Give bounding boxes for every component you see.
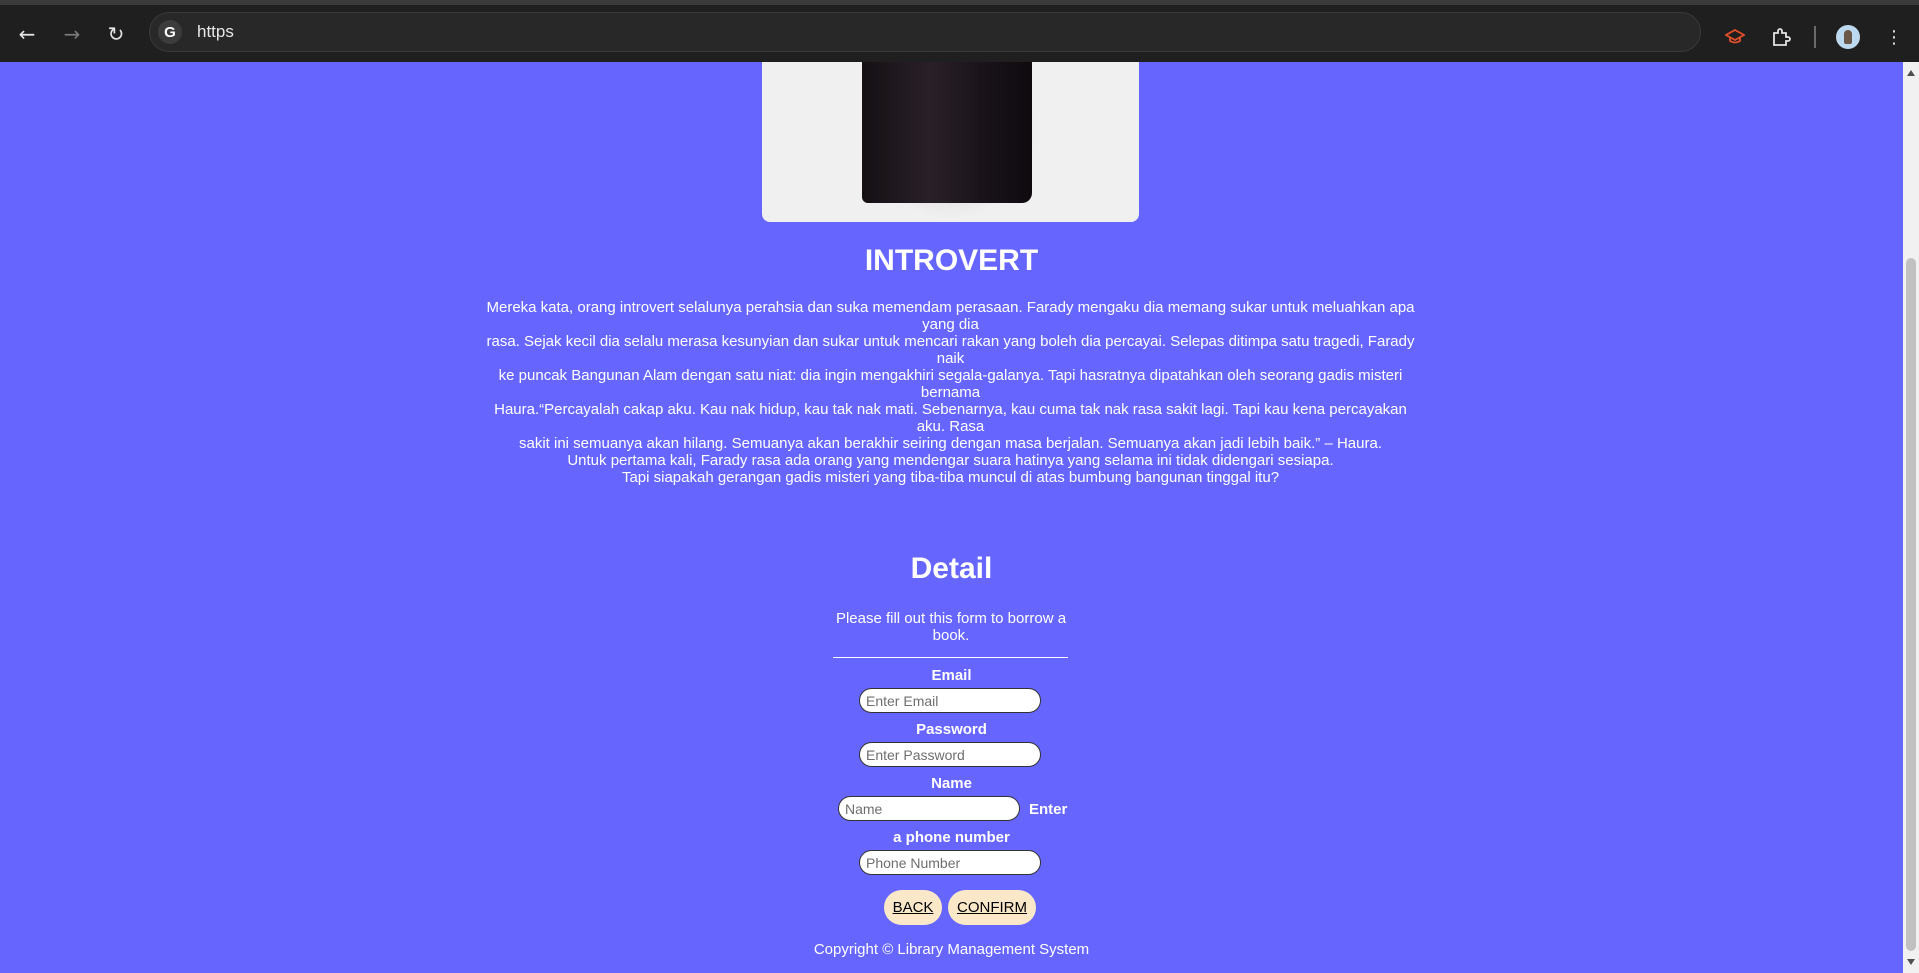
synopsis-line: ke puncak Bangunan Alam dengan satu niat… <box>498 367 1403 401</box>
synopsis-line: sakit ini semuanya akan hilang. Semuanya… <box>518 435 1382 452</box>
confirm-button[interactable]: CONFIRM <box>948 890 1036 925</box>
form-title: Detail <box>910 552 993 585</box>
phone-number-field[interactable] <box>859 850 1041 875</box>
scroll-up-arrow-icon[interactable] <box>1907 70 1915 76</box>
book-synopsis: Mereka kata, orang introvert selalunya p… <box>484 299 1417 486</box>
book-cover-image <box>762 62 1139 222</box>
back-button[interactable]: BACK <box>884 890 942 925</box>
password-label: Password <box>916 721 987 738</box>
extensions-puzzle-icon[interactable] <box>1769 25 1793 49</box>
name-field[interactable] <box>838 796 1020 821</box>
forward-arrow-icon[interactable]: → <box>60 22 84 46</box>
more-menu-icon[interactable]: ⋮ <box>1882 25 1906 49</box>
browser-toolbar: ← → ↻ G https ⋮ <box>0 0 1919 62</box>
synopsis-line: rasa. Sejak kecil dia selalu merasa kesu… <box>486 333 1415 367</box>
back-arrow-icon[interactable]: ← <box>15 22 39 46</box>
phone-label: a phone number <box>893 829 1010 846</box>
name-label: Name <box>931 775 972 792</box>
synopsis-line: Tapi siapakah gerangan gadis misteri yan… <box>621 469 1280 486</box>
book-shape <box>862 62 1032 203</box>
email-field[interactable] <box>859 688 1041 713</box>
reload-icon[interactable]: ↻ <box>104 22 128 46</box>
phone-label-start: Enter <box>1029 801 1068 818</box>
google-g-icon: G <box>158 20 182 44</box>
profile-avatar[interactable] <box>1836 25 1860 49</box>
mortarboard-icon[interactable] <box>1723 25 1747 49</box>
scroll-down-arrow-icon[interactable] <box>1907 959 1915 965</box>
form-divider <box>833 657 1068 658</box>
email-label: Email <box>931 667 972 684</box>
synopsis-line: Mereka kata, orang introvert selalunya p… <box>486 299 1415 333</box>
synopsis-line: Untuk pertama kali, Farady rasa ada oran… <box>567 452 1334 469</box>
password-field[interactable] <box>859 742 1041 767</box>
address-bar[interactable]: G https <box>149 12 1701 52</box>
copyright-footer: Copyright © Library Management System <box>813 941 1090 958</box>
page-scrollbar[interactable] <box>1903 62 1919 973</box>
synopsis-line: Haura.“Percayalah cakap aku. Kau nak hid… <box>494 401 1407 435</box>
url-text[interactable]: https <box>197 22 234 42</box>
page-content: INTROVERT Mereka kata, orang introvert s… <box>0 62 1903 973</box>
form-instructions: Please fill out this form to borrow a bo… <box>835 610 1067 644</box>
toolbar-separator <box>1814 26 1816 48</box>
book-title: INTROVERT <box>864 244 1039 277</box>
scrollbar-thumb[interactable] <box>1906 258 1916 951</box>
